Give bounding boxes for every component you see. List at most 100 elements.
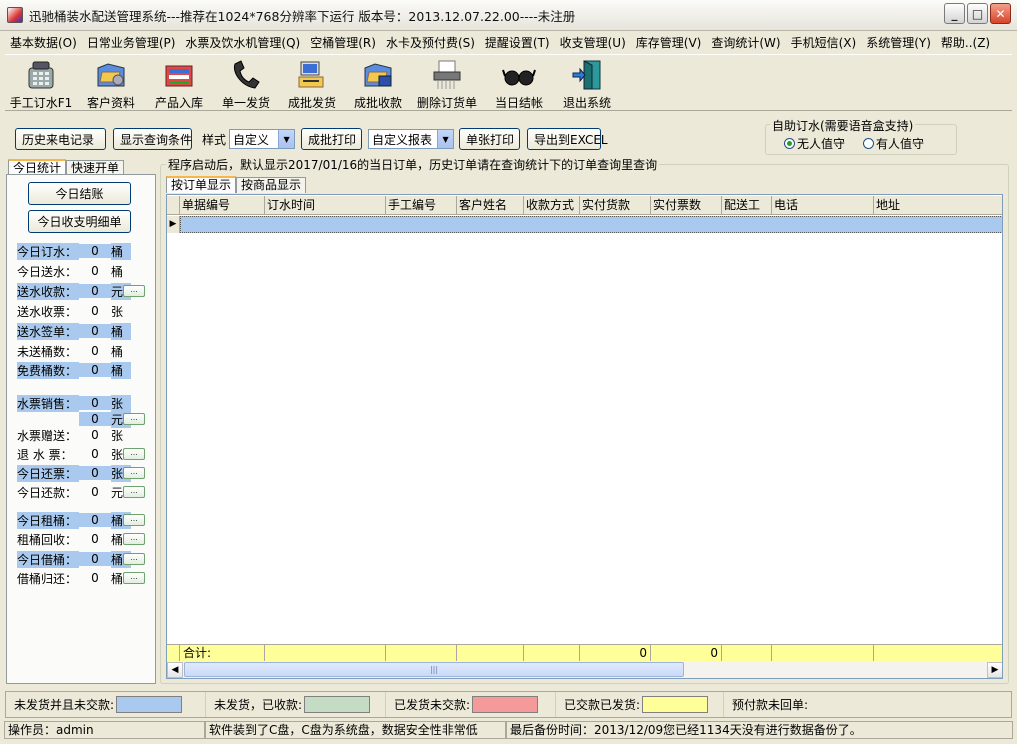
radio-attended[interactable]: 有人值守 xyxy=(863,135,924,152)
stat-value: 0 xyxy=(91,532,99,546)
stat-row: 退 水 票： 0 张 xyxy=(17,446,131,462)
style-label: 样式 xyxy=(202,132,227,147)
menu-help[interactable]: 帮助..(Z) xyxy=(936,33,995,53)
col-customer[interactable]: 客户姓名 xyxy=(457,196,524,215)
col-address[interactable]: 地址 xyxy=(874,196,1002,215)
stat-unit: 张 xyxy=(111,428,124,443)
footer-cell xyxy=(874,645,1002,661)
col-paid-tickets[interactable]: 实付票数 xyxy=(651,196,722,215)
details-button[interactable]: ... xyxy=(123,448,145,460)
footer-indicator xyxy=(167,645,180,661)
footer-cell xyxy=(265,645,386,661)
batch-ship-button[interactable]: 成批发货 xyxy=(279,55,345,111)
tab-by-product[interactable]: 按商品显示 xyxy=(236,177,307,193)
orders-grid[interactable]: 单据编号 订水时间 手工编号 客户姓名 收款方式 实付货款 实付票数 配送工 电… xyxy=(166,194,1003,679)
batch-collect-button[interactable]: 成批收款 xyxy=(345,55,411,111)
col-order-time[interactable]: 订水时间 xyxy=(265,196,386,215)
batch-print-button[interactable]: 成批打印 xyxy=(301,128,363,150)
customer-info-button[interactable]: 客户资料 xyxy=(77,55,145,111)
details-button[interactable]: ... xyxy=(123,514,145,526)
stat-value: 0 xyxy=(79,513,111,527)
status-operator: 操作员：admin xyxy=(4,721,205,739)
stat-value: 0 xyxy=(79,244,111,258)
self-order-group: 自助订水(需要语音盒支持) 无人值守 有人值守 xyxy=(765,117,957,155)
stat-unit: 桶 xyxy=(111,242,131,260)
horizontal-scrollbar[interactable]: ◀ ||| ▶ xyxy=(167,661,1002,678)
stat-value: 0 xyxy=(79,284,111,298)
title-bar: 迅驰桶装水配送管理系统---推荐在1024*768分辨率下运行 版本号：2013… xyxy=(0,0,1017,31)
style-select[interactable]: 自定义 ▼ xyxy=(229,129,296,149)
radio-unattended[interactable]: 无人值守 xyxy=(784,135,845,152)
menu-water-ticket[interactable]: 水票及饮水机管理(Q) xyxy=(180,33,305,53)
col-courier[interactable]: 配送工 xyxy=(722,196,772,215)
legend-shipped-unpaid: 已发货未交款: xyxy=(386,692,556,717)
app-icon xyxy=(7,7,23,23)
status-backup: 最后备份时间：2013/12/09您已经1134天没有进行数据备份了。 xyxy=(506,721,1013,739)
legend-swatch xyxy=(642,696,709,713)
table-row[interactable]: ▶ xyxy=(167,216,1002,233)
menu-finance[interactable]: 收支管理(U) xyxy=(555,33,631,53)
scroll-left-icon[interactable]: ◀ xyxy=(167,661,183,678)
menu-sms[interactable]: 手机短信(X) xyxy=(786,33,862,53)
daily-settle-button[interactable]: 当日结帐 xyxy=(483,55,555,111)
export-excel-button[interactable]: 导出到EXCEL xyxy=(527,128,608,150)
show-query-button[interactable]: 显示查询条件 xyxy=(113,128,192,150)
menu-water-card[interactable]: 水卡及预付费(S) xyxy=(381,33,480,53)
details-button[interactable]: ... xyxy=(123,467,145,479)
footer-cell xyxy=(524,645,580,661)
col-paid-amount[interactable]: 实付货款 xyxy=(580,196,651,215)
maximize-button[interactable]: □ xyxy=(967,3,988,24)
single-print-button[interactable]: 单张打印 xyxy=(459,128,521,150)
stat-row: 今日租桶： 0 桶 xyxy=(17,511,131,529)
manual-order-button[interactable]: 手工订水F1 xyxy=(5,55,77,111)
stat-unit: 桶 xyxy=(111,264,124,279)
details-button[interactable]: ... xyxy=(123,553,145,565)
report-select[interactable]: 自定义报表 ▼ xyxy=(368,129,455,149)
details-button[interactable]: ... xyxy=(123,572,145,584)
details-button[interactable]: ... xyxy=(123,413,145,425)
main-tabs: 按订单显示 按商品显示 xyxy=(166,176,307,193)
stat-value: 0 xyxy=(79,324,111,338)
stat-value: 0 xyxy=(91,428,99,442)
stat-row: 借桶归还： 0 桶 xyxy=(17,570,131,586)
today-settle-button[interactable]: 今日结账 xyxy=(28,182,131,205)
handset-icon xyxy=(229,58,263,92)
col-order-no[interactable]: 单据编号 xyxy=(180,196,265,215)
details-button[interactable]: ... xyxy=(123,285,145,297)
history-calls-button[interactable]: 历史来电记录 xyxy=(15,128,106,150)
color-legend: 未发货并且未交款: 未发货，已收款: 已发货未交款: 已交款已发货: 预付款未回… xyxy=(5,691,1012,718)
exit-system-button[interactable]: 退出系统 xyxy=(555,55,619,111)
scroll-thumb[interactable]: ||| xyxy=(184,662,684,677)
col-manual-no[interactable]: 手工编号 xyxy=(386,196,457,215)
details-button[interactable]: ... xyxy=(123,486,145,498)
col-pay-method[interactable]: 收款方式 xyxy=(524,196,580,215)
details-button[interactable]: ... xyxy=(123,533,145,545)
grid-footer: 合计: 0 0 xyxy=(167,644,1002,661)
stat-unit: 桶 xyxy=(111,361,131,379)
scroll-right-icon[interactable]: ▶ xyxy=(987,661,1002,678)
menu-basic-data[interactable]: 基本数据(O) xyxy=(5,33,82,53)
minimize-button[interactable]: _ xyxy=(944,3,965,24)
footer-cell xyxy=(457,645,524,661)
radio-dot xyxy=(784,138,795,149)
stat-label: 今日还票： xyxy=(17,464,79,482)
menu-query[interactable]: 查询统计(W) xyxy=(706,33,785,53)
menu-empty-bucket[interactable]: 空桶管理(R) xyxy=(305,33,381,53)
menu-reminder[interactable]: 提醒设置(T) xyxy=(480,33,555,53)
window-title: 迅驰桶装水配送管理系统---推荐在1024*768分辨率下运行 版本号：2013… xyxy=(29,8,576,24)
delete-order-button[interactable]: 删除订货单 xyxy=(411,55,483,111)
legend-unshipped-unpaid: 未发货并且未交款: xyxy=(6,692,206,717)
menu-daily-business[interactable]: 日常业务管理(P) xyxy=(82,33,181,53)
col-phone[interactable]: 电话 xyxy=(772,196,874,215)
product-stock-button[interactable]: 产品入库 xyxy=(145,55,213,111)
today-detail-button[interactable]: 今日收支明细单 xyxy=(28,210,131,233)
menu-system[interactable]: 系统管理(Y) xyxy=(861,33,936,53)
stat-value: 0 xyxy=(91,447,99,461)
stat-label: 送水收票： xyxy=(17,304,78,319)
stat-label: 送水签单： xyxy=(17,322,79,340)
single-ship-button[interactable]: 单一发货 xyxy=(213,55,279,111)
tab-by-order[interactable]: 按订单显示 xyxy=(166,176,237,193)
selected-row-cells[interactable] xyxy=(180,216,1002,233)
close-button[interactable]: ✕ xyxy=(990,3,1011,24)
menu-inventory[interactable]: 库存管理(V) xyxy=(631,33,707,53)
